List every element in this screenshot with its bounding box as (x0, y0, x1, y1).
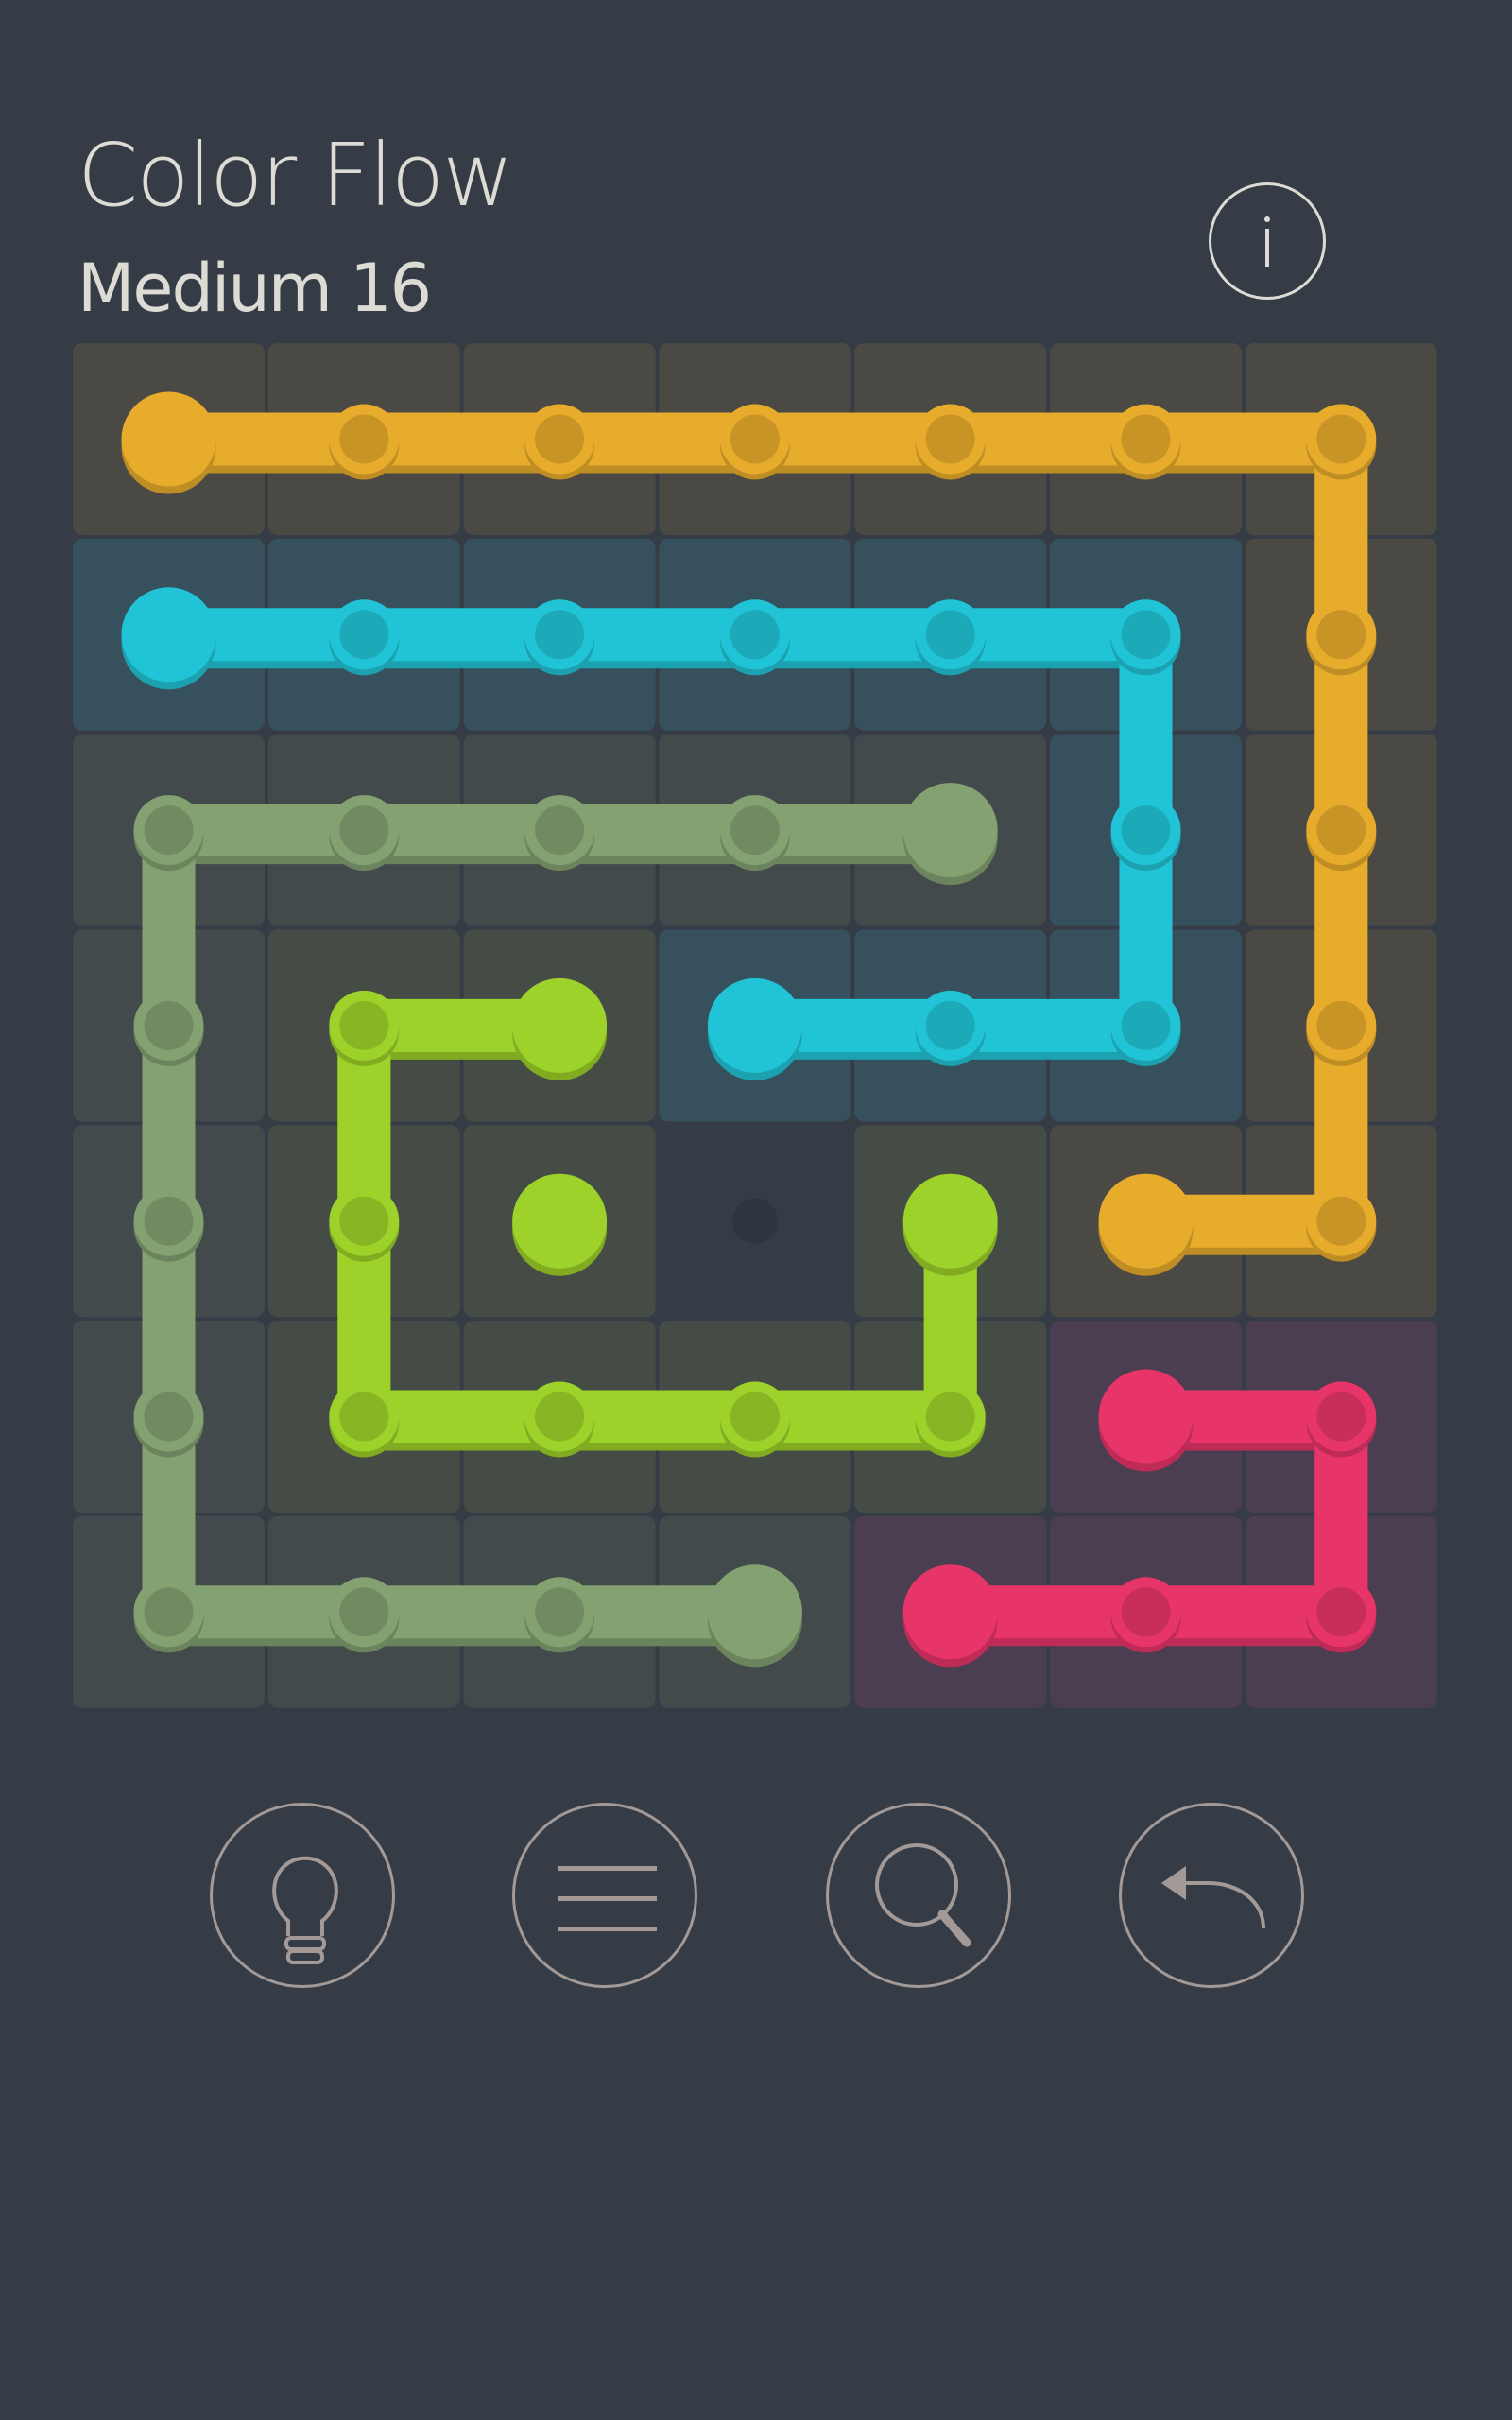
flow-node-inner (535, 414, 585, 464)
flow-node-inner (1316, 610, 1366, 660)
flow-node-inner (1316, 1196, 1366, 1246)
flow-node-inner (925, 414, 975, 464)
flow-node-inner (144, 1587, 194, 1637)
flow-node-inner (1316, 1392, 1366, 1442)
lightbulb-icon (272, 1856, 338, 1964)
flow-endpoint-cyan[interactable] (707, 977, 802, 1073)
flow-node-inner (730, 1392, 780, 1442)
flow-node-inner (339, 1000, 389, 1050)
flow-endpoint-pink[interactable] (902, 1564, 998, 1660)
flow-node-inner (339, 610, 389, 660)
hint-button[interactable] (210, 1803, 395, 1988)
flow-node-inner (925, 1000, 975, 1050)
zoom-button[interactable] (826, 1803, 1011, 1988)
flow-node-inner (535, 1392, 585, 1442)
flow-node-inner (1316, 414, 1366, 464)
flow-node-inner (1121, 1000, 1171, 1050)
flow-node-inner (730, 610, 780, 660)
flow-node-inner (1316, 1587, 1366, 1637)
flow-endpoint-sage[interactable] (707, 1564, 802, 1660)
flow-node-inner (144, 1392, 194, 1442)
flow-endpoint-cyan[interactable] (121, 587, 216, 683)
flow-node-inner (925, 610, 975, 660)
flow-node-inner (730, 414, 780, 464)
empty-cell-dot (731, 1198, 778, 1244)
undo-icon (1161, 1866, 1265, 1929)
flow-endpoint-orange[interactable] (121, 391, 216, 487)
flow-node-inner (339, 805, 389, 856)
flow-node-inner (730, 805, 780, 856)
flow-node-inner (144, 1000, 194, 1050)
flow-node-inner (1121, 610, 1171, 660)
flow-node-inner (1121, 805, 1171, 856)
flow-node-inner (144, 805, 194, 856)
flow-endpoint-orange[interactable] (1098, 1173, 1194, 1269)
undo-button[interactable] (1119, 1803, 1304, 1988)
flow-endpoint-lime[interactable] (512, 977, 608, 1073)
flow-node-inner (1121, 1587, 1171, 1637)
flow-endpoint-lime[interactable] (902, 1173, 998, 1269)
flow-node-inner (535, 610, 585, 660)
flow-node-inner (925, 1392, 975, 1442)
magnifier-icon (875, 1843, 971, 1947)
flow-endpoint-sage[interactable] (902, 783, 998, 878)
flow-node-inner (1316, 1000, 1366, 1050)
flow-node-inner (339, 1196, 389, 1246)
flow-node-inner (535, 1587, 585, 1637)
flow-node-inner (1121, 414, 1171, 464)
flow-endpoint-lime[interactable] (512, 1173, 608, 1269)
menu-button[interactable] (512, 1803, 697, 1988)
flow-node-inner (535, 805, 585, 856)
flow-node-inner (144, 1196, 194, 1246)
flow-node-inner (339, 414, 389, 464)
flow-node-inner (339, 1392, 389, 1442)
menu-icon (558, 1866, 657, 1931)
flow-node-inner (339, 1587, 389, 1637)
flow-node-inner (1316, 805, 1366, 856)
flow-endpoint-pink[interactable] (1098, 1369, 1194, 1464)
puzzle-board[interactable] (0, 0, 1512, 1720)
